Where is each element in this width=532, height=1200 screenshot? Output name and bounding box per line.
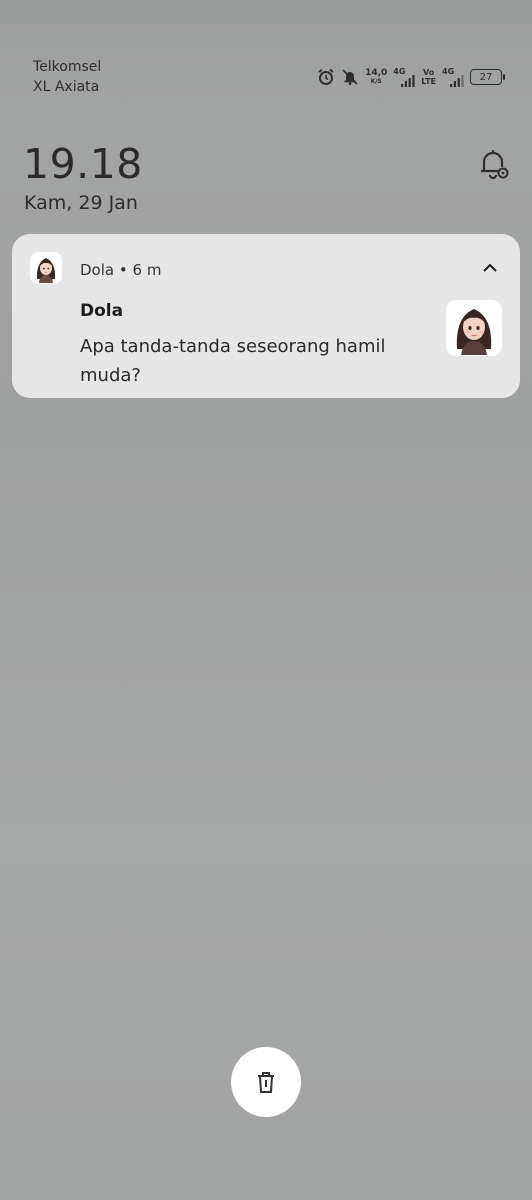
sim2-signal: 4G xyxy=(442,67,464,87)
notification-title: Dola xyxy=(80,301,124,321)
chevron-up-icon xyxy=(483,263,497,272)
lockscreen-date: Kam, 29 Jan xyxy=(24,192,138,214)
dola-avatar-icon xyxy=(456,309,492,355)
status-icons: 14,0 K/S 4G Vo LTE 4G 27 xyxy=(317,64,505,90)
app-icon xyxy=(30,252,62,284)
mute-icon xyxy=(341,68,359,86)
notification-body: Apa tanda-tanda seseorang hamil muda? xyxy=(80,336,386,386)
bell-settings-icon xyxy=(481,150,509,180)
notification-age: 6 m xyxy=(132,261,162,279)
notification-header: Dola • 6 m xyxy=(80,261,161,279)
clear-all-button[interactable] xyxy=(231,1047,301,1117)
sender-avatar xyxy=(446,300,502,356)
carrier-name-primary: Telkomsel xyxy=(33,59,102,75)
alarm-icon xyxy=(317,68,335,86)
status-bar: Telkomsel XL Axiata 14,0 K/S 4G Vo LTE 4… xyxy=(0,0,532,110)
network-speed-value: 14,0 xyxy=(365,67,388,78)
signal-icon xyxy=(450,75,464,87)
volte-indicator: Vo LTE xyxy=(421,68,436,86)
sim1-signal: 4G xyxy=(393,67,415,87)
carrier-name-secondary: XL Axiata xyxy=(33,79,100,95)
battery-icon: 27 xyxy=(470,69,505,85)
network-speed-unit: K/S xyxy=(370,77,382,85)
trash-icon xyxy=(258,1072,274,1093)
network-speed: 14,0 K/S xyxy=(365,67,388,86)
notification-card[interactable]: Dola • 6 m Dola Apa tanda-tanda seseoran… xyxy=(12,234,520,398)
signal-icon xyxy=(401,75,415,87)
separator-dot: • xyxy=(118,261,128,279)
volte-line-1: Vo xyxy=(423,68,435,77)
volte-line-2: LTE xyxy=(421,77,436,86)
dola-avatar-icon xyxy=(36,258,56,283)
battery-level: 27 xyxy=(479,71,493,83)
lockscreen-time: 19.18 xyxy=(23,140,143,188)
app-name: Dola xyxy=(80,261,115,279)
collapse-button[interactable] xyxy=(480,258,500,278)
notification-settings-button[interactable] xyxy=(476,146,512,182)
